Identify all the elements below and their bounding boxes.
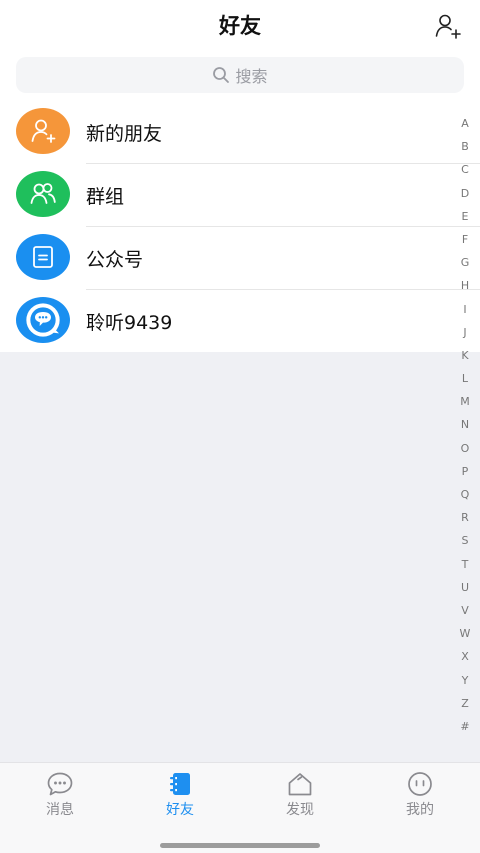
official-accounts-label: 公众号 <box>86 249 144 271</box>
index-letter[interactable]: H <box>461 274 469 297</box>
index-letter[interactable]: F <box>462 228 468 251</box>
index-letter[interactable]: C <box>461 158 469 181</box>
chat-bubble-avatar <box>26 303 60 337</box>
tab-me[interactable]: 我的 <box>360 771 480 825</box>
add-friend-icon[interactable] <box>434 12 462 40</box>
search-placeholder: 搜索 <box>235 67 268 86</box>
index-letter[interactable]: V <box>461 599 469 622</box>
contact-name: 聆听9439 <box>86 312 173 334</box>
index-letter[interactable]: P <box>462 460 469 483</box>
search-icon <box>213 67 230 83</box>
index-letter[interactable]: D <box>461 182 469 205</box>
groups-label: 群组 <box>86 186 125 208</box>
alphabet-index[interactable]: A B C D E F G H I J K L M N O P Q R S T … <box>458 112 472 738</box>
index-letter[interactable]: A <box>461 112 469 135</box>
page-title: 好友 <box>219 14 261 38</box>
new-friends-avatar <box>16 108 70 154</box>
message-icon <box>47 772 73 796</box>
index-letter[interactable]: S <box>462 529 469 552</box>
tab-messages[interactable]: 消息 <box>0 771 120 825</box>
official-account-icon <box>33 246 53 268</box>
index-letter[interactable]: G <box>461 251 470 274</box>
groups-avatar <box>16 171 70 217</box>
index-letter[interactable]: # <box>460 715 469 738</box>
bottom-tab-bar: 消息 好友 发现 我的 <box>0 762 480 853</box>
group-icon <box>30 183 56 204</box>
official-accounts-avatar <box>16 234 70 280</box>
list-item-contact[interactable]: 聆听9439 <box>0 289 480 352</box>
index-letter[interactable]: X <box>461 645 469 668</box>
tab-messages-label: 消息 <box>46 802 74 818</box>
top-bar: 好友 <box>0 0 480 50</box>
index-letter[interactable]: N <box>461 413 469 436</box>
index-letter[interactable]: B <box>461 135 469 158</box>
search-input[interactable]: 搜索 <box>16 57 464 93</box>
discover-icon <box>288 773 312 796</box>
contact-avatar <box>16 297 70 343</box>
list-item-groups[interactable]: 群组 <box>0 163 480 226</box>
index-letter[interactable]: U <box>461 576 469 599</box>
tab-discover-label: 发现 <box>286 802 314 818</box>
tab-friends-label: 好友 <box>166 802 194 818</box>
tab-friends[interactable]: 好友 <box>120 771 240 825</box>
home-indicator[interactable] <box>160 843 320 848</box>
profile-icon <box>408 772 432 796</box>
index-letter[interactable]: R <box>461 506 469 529</box>
index-letter[interactable]: M <box>460 390 470 413</box>
list-item-official-accounts[interactable]: 公众号 <box>0 226 480 289</box>
contacts-icon <box>170 773 190 795</box>
index-letter[interactable]: Z <box>461 692 469 715</box>
tab-me-label: 我的 <box>406 802 434 818</box>
index-letter[interactable]: L <box>462 367 468 390</box>
index-letter[interactable]: Y <box>462 669 469 692</box>
new-friends-label: 新的朋友 <box>86 123 163 145</box>
search-area: 搜索 <box>0 50 480 100</box>
index-letter[interactable]: K <box>461 344 468 367</box>
index-letter[interactable]: W <box>460 622 471 645</box>
index-letter[interactable]: Q <box>461 483 470 506</box>
tab-discover[interactable]: 发现 <box>240 771 360 825</box>
index-letter[interactable]: I <box>463 298 466 321</box>
index-letter[interactable]: O <box>461 437 470 460</box>
index-letter[interactable]: J <box>463 321 466 344</box>
add-friend-icon <box>31 119 56 143</box>
index-letter[interactable]: E <box>462 205 469 228</box>
index-letter[interactable]: T <box>462 553 469 576</box>
contact-entry-list: 新的朋友 群组 公众号 聆听9439 <box>0 100 480 352</box>
list-item-new-friends[interactable]: 新的朋友 <box>0 100 480 163</box>
